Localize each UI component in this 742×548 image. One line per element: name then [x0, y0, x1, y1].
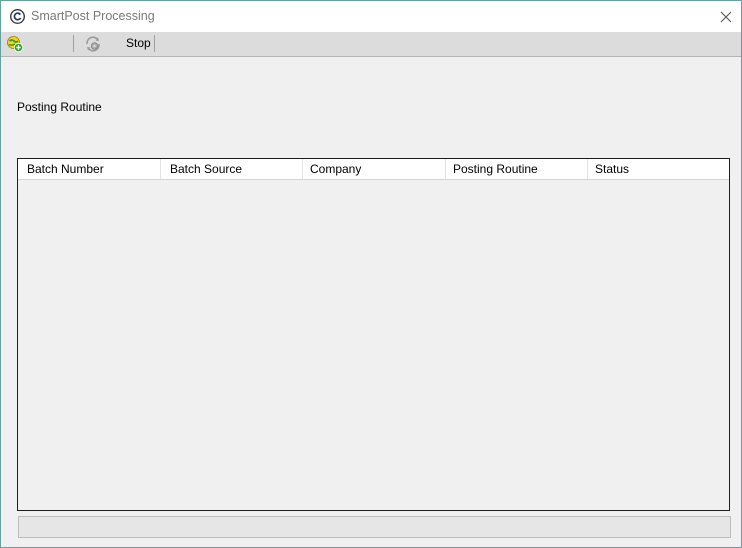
progress-bar [18, 516, 731, 538]
toolbar: Stop [1, 32, 741, 57]
column-header-company[interactable]: Company [303, 159, 446, 179]
column-header-posting-routine[interactable]: Posting Routine [446, 159, 588, 179]
posting-routine-label: Posting Routine [17, 100, 102, 114]
toolbar-separator [154, 35, 155, 52]
title-bar: SmartPost Processing [1, 1, 741, 32]
settings-cycle-icon[interactable] [84, 35, 102, 53]
smartpost-app-icon [9, 8, 26, 25]
close-button[interactable] [711, 1, 741, 32]
list-header: Batch Number Batch Source Company Postin… [18, 159, 729, 180]
add-globe-icon[interactable] [6, 35, 24, 53]
window-title: SmartPost Processing [31, 9, 155, 23]
stop-button[interactable]: Stop [126, 36, 151, 50]
column-header-status[interactable]: Status [588, 159, 729, 179]
column-header-batch-number[interactable]: Batch Number [18, 159, 161, 179]
toolbar-separator [73, 35, 74, 52]
batch-list[interactable]: Batch Number Batch Source Company Postin… [17, 158, 730, 511]
column-header-batch-source[interactable]: Batch Source [161, 159, 303, 179]
smartpost-window: SmartPost Processing Stop Posting Routin… [0, 0, 742, 548]
close-icon [720, 11, 732, 22]
